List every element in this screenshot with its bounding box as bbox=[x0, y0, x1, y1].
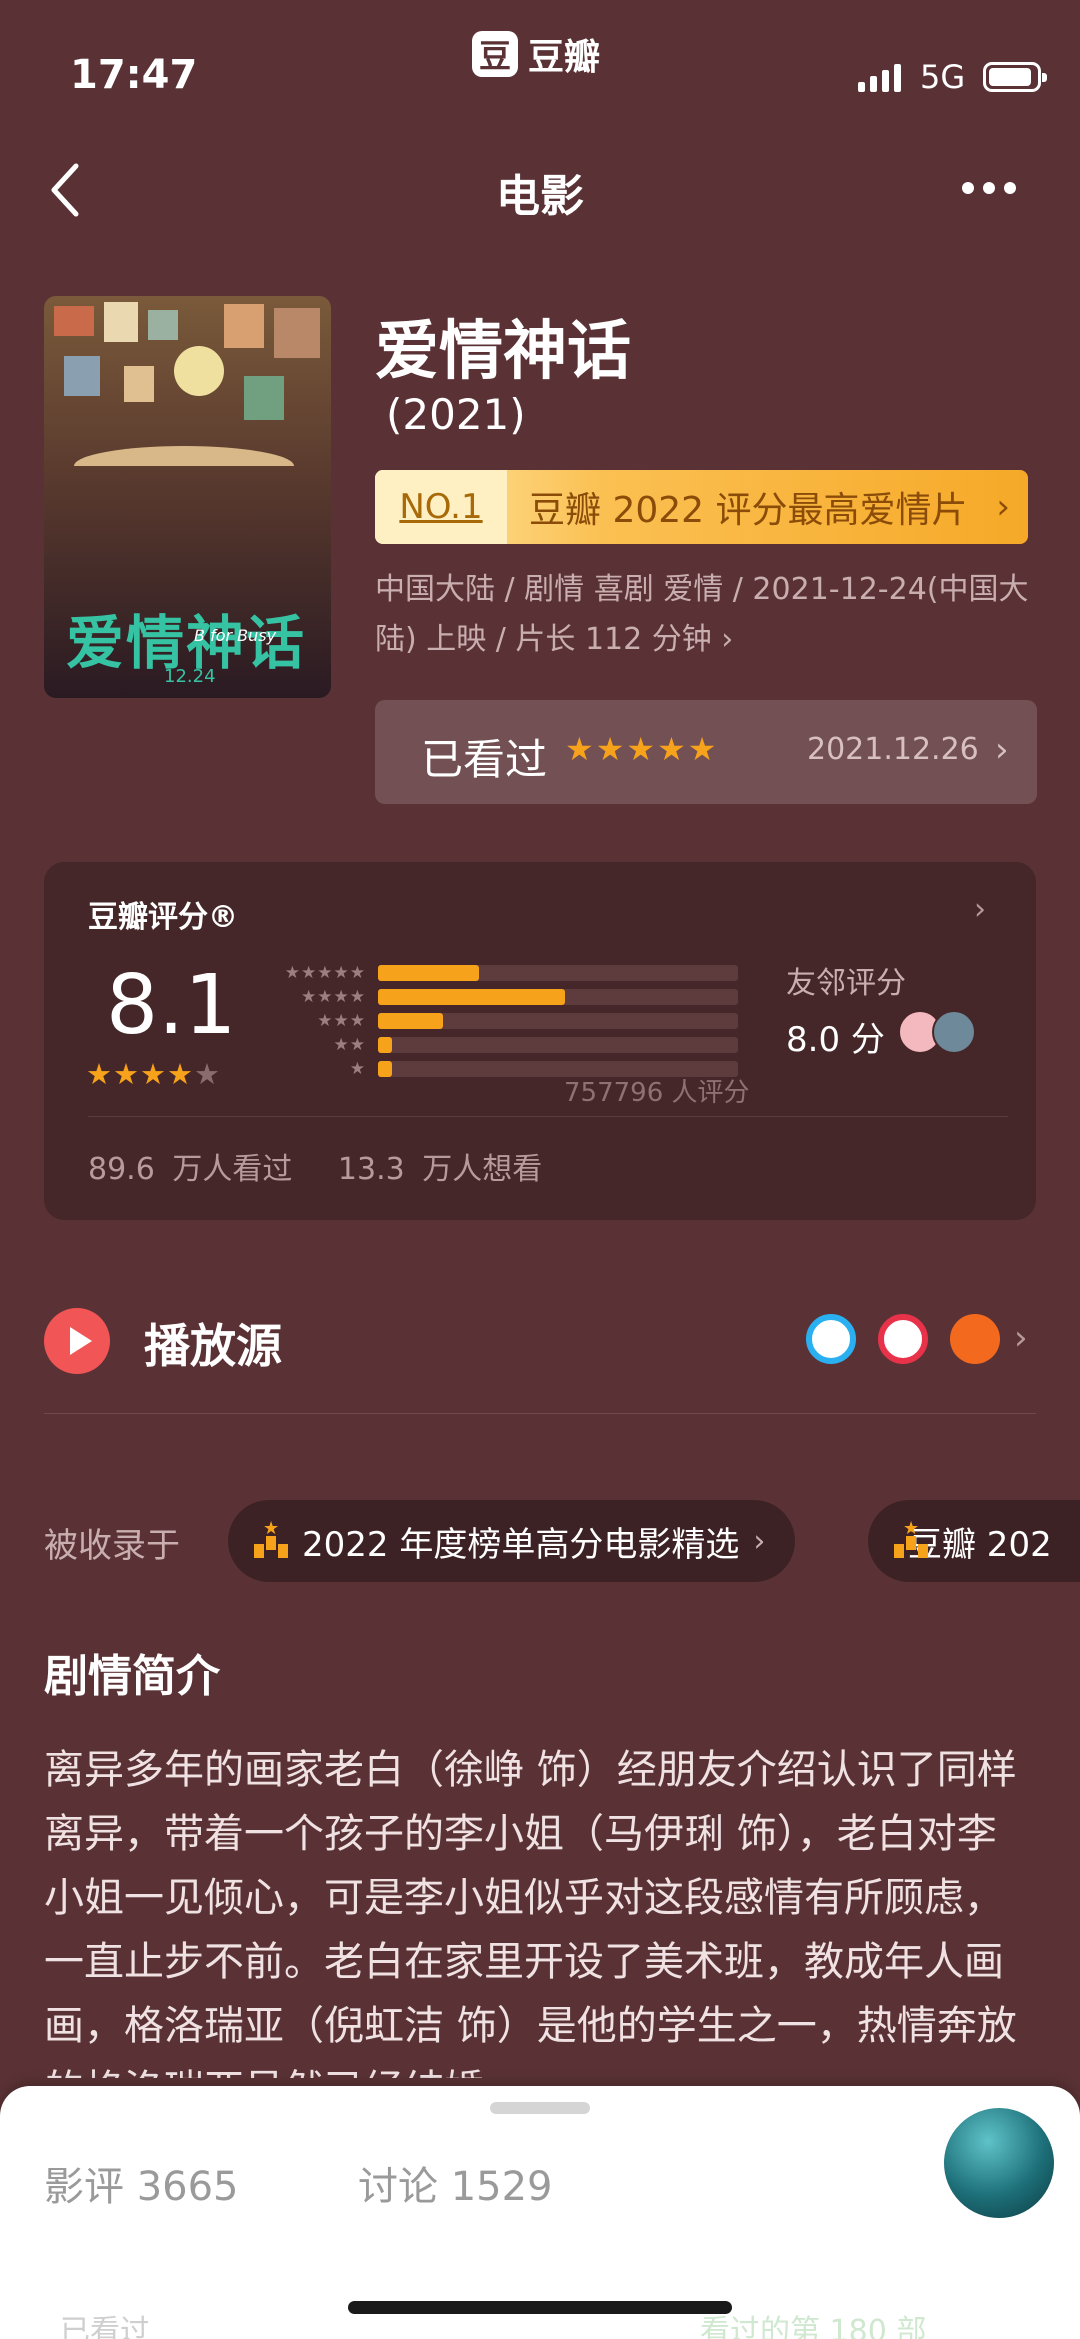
distribution-bar bbox=[378, 1061, 393, 1077]
watched-status-button[interactable]: 已看过 ★★★★★ 2021.12.26 › bbox=[375, 700, 1037, 804]
watched-date: 2021.12.26 bbox=[807, 732, 979, 767]
distribution-bar bbox=[378, 1013, 443, 1029]
network-type: 5G bbox=[920, 58, 966, 96]
collected-label: 被收录于 bbox=[44, 1526, 180, 1566]
platform-icons bbox=[806, 1314, 1000, 1364]
distribution-stars: ★ bbox=[349, 1059, 366, 1079]
poster-art-icon bbox=[54, 302, 320, 466]
collection-chip[interactable]: 豆瓣 202 bbox=[868, 1500, 1080, 1582]
distribution-bar bbox=[378, 965, 479, 981]
rating-distribution: ★★★★★ ★★★★ ★★★ ★★ ★ bbox=[264, 962, 738, 1082]
page-title: 电影 bbox=[496, 171, 584, 222]
mango-tv-icon bbox=[950, 1314, 1000, 1364]
distribution-row: ★★★ bbox=[264, 1010, 738, 1032]
status-time: 17:47 bbox=[70, 52, 198, 98]
movie-poster[interactable]: 爱情神话 B for Busy 12.24 bbox=[44, 296, 331, 698]
douban-logo-icon: 豆 bbox=[472, 31, 518, 77]
drag-handle[interactable] bbox=[490, 2102, 590, 2114]
avatar[interactable] bbox=[932, 1010, 976, 1054]
distribution-track bbox=[378, 965, 738, 981]
watched-label: 已看过 bbox=[421, 735, 548, 784]
synopsis-title: 剧情简介 bbox=[44, 1651, 220, 1702]
chevron-right-icon: › bbox=[995, 730, 1009, 770]
chevron-right-icon: › bbox=[753, 1523, 766, 1559]
distribution-row: ★★★★★ bbox=[264, 962, 738, 984]
movie-title: 爱情神话 bbox=[375, 315, 631, 389]
rating-score: 8.1 bbox=[106, 958, 237, 1053]
home-indicator bbox=[348, 2301, 732, 2314]
signal-icon bbox=[858, 62, 901, 92]
play-icon bbox=[44, 1308, 110, 1374]
rating-stars: ★★★★★ bbox=[86, 1057, 221, 1091]
rating-card[interactable]: 豆瓣评分® › 8.1 ★★★★★ ★★★★★ ★★★★ ★★★ ★★ ★ 757796… bbox=[44, 862, 1036, 1220]
distribution-row: ★★★★ bbox=[264, 986, 738, 1008]
more-button[interactable] bbox=[962, 182, 1016, 194]
app-badge: 豆 豆瓣 bbox=[472, 28, 600, 80]
divider bbox=[88, 1116, 1008, 1117]
chevron-right-icon: › bbox=[974, 892, 986, 927]
app-name: 豆瓣 bbox=[528, 37, 601, 78]
chevron-right-icon: › bbox=[1014, 1318, 1028, 1358]
play-source-row[interactable]: 播放源 › bbox=[44, 1290, 1036, 1410]
divider bbox=[44, 1413, 1036, 1414]
distribution-track bbox=[378, 1037, 738, 1053]
tab-discussion[interactable]: 讨论 1529 bbox=[358, 2154, 553, 2212]
friend-avatars[interactable] bbox=[898, 1010, 976, 1054]
chip-label: 2022 年度榜单高分电影精选 bbox=[302, 1524, 740, 1565]
synopsis-text[interactable]: 离异多年的画家老白（徐峥 饰）经朋友介绍认识了同样离异，带着一个孩子的李小姐（马… bbox=[44, 1738, 1036, 2078]
distribution-stars: ★★ bbox=[333, 1035, 366, 1055]
battery-icon bbox=[983, 62, 1047, 92]
rating-footer: 89.6 万人看过 13.3 万人想看 bbox=[88, 1144, 570, 1188]
distribution-stars: ★★★ bbox=[317, 1011, 366, 1031]
rank-text: 豆瓣 2022 评分最高爱情片 bbox=[529, 490, 968, 531]
friend-rating-score: 8.0 分 bbox=[786, 1020, 885, 1060]
ranking-icon bbox=[254, 1518, 288, 1558]
movie-meta-info[interactable]: 中国大陆 / 剧情 喜剧 爱情 / 2021-12-24(中国大陆) 上映 / … bbox=[375, 565, 1035, 665]
chip-label: 豆瓣 202 bbox=[908, 1524, 1052, 1565]
distribution-row: ★★ bbox=[264, 1034, 738, 1056]
rank-number: NO.1 bbox=[375, 470, 507, 544]
movie-year: (2021) bbox=[386, 390, 526, 439]
want-count: 13.3 万人想看 bbox=[337, 1152, 543, 1187]
rating-count: 757796 人评分 bbox=[564, 1078, 750, 1108]
more-dots-icon bbox=[962, 182, 974, 194]
distribution-track bbox=[378, 1013, 738, 1029]
distribution-stars: ★★★★★ bbox=[284, 963, 366, 983]
watched-count: 89.6 万人看过 bbox=[88, 1152, 293, 1187]
youku-icon bbox=[878, 1314, 928, 1364]
sheet-watched-count: 看过的第 180 部 bbox=[700, 2314, 927, 2339]
poster-date: 12.24 bbox=[164, 666, 216, 687]
distribution-track bbox=[378, 989, 738, 1005]
ranking-banner[interactable]: NO.1 豆瓣 2022 评分最高爱情片 › bbox=[375, 470, 1028, 544]
tencent-video-icon bbox=[806, 1314, 856, 1364]
friend-rating-label: 友邻评分 bbox=[786, 966, 906, 1001]
distribution-stars: ★★★★ bbox=[301, 987, 366, 1007]
distribution-bar bbox=[378, 1037, 393, 1053]
tab-reviews[interactable]: 影评 3665 bbox=[44, 2154, 239, 2212]
collection-chip[interactable]: 2022 年度榜单高分电影精选 › bbox=[228, 1500, 796, 1582]
my-rating-stars: ★★★★★ bbox=[565, 730, 719, 768]
poster-subtitle: B for Busy bbox=[194, 626, 277, 645]
play-source-label: 播放源 bbox=[144, 1319, 282, 1373]
chevron-right-icon: › bbox=[996, 487, 1010, 527]
status-bar: 17:47 豆 豆瓣 5G bbox=[0, 0, 1080, 150]
rating-title: 豆瓣评分® bbox=[88, 900, 238, 935]
sheet-watched-label: 已看过 bbox=[60, 2314, 150, 2339]
distribution-bar bbox=[378, 989, 566, 1005]
floating-avatar[interactable] bbox=[940, 2104, 1058, 2222]
